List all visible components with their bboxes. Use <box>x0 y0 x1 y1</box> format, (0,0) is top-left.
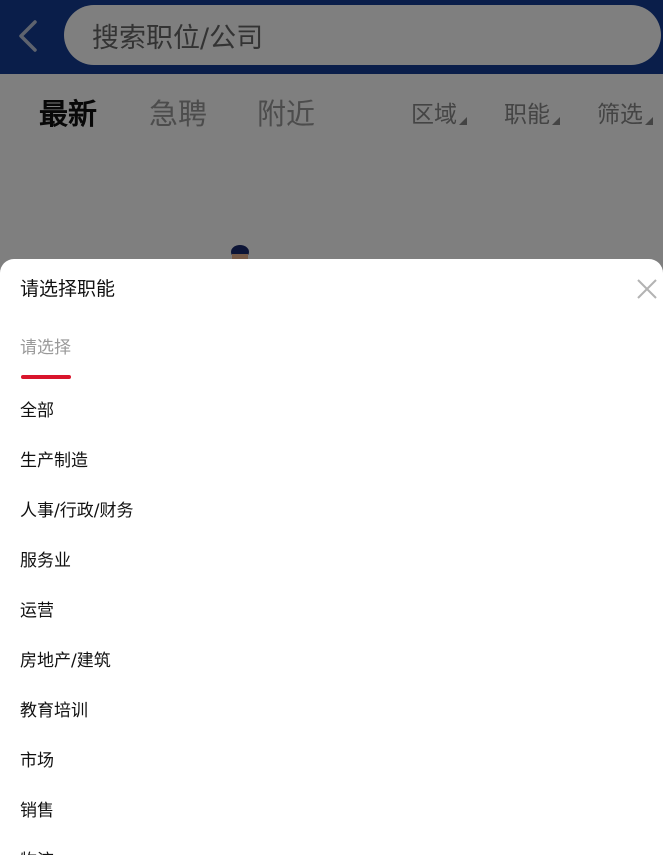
option-item[interactable]: 服务业 <box>0 546 663 596</box>
option-item[interactable]: 生产制造 <box>0 446 663 496</box>
tab-select-level[interactable]: 请选择 <box>20 336 71 360</box>
close-button[interactable] <box>633 275 661 303</box>
option-item[interactable]: 销售 <box>0 796 663 846</box>
option-item[interactable]: 教育培训 <box>0 696 663 746</box>
option-item[interactable]: 运营 <box>0 596 663 646</box>
option-list: 全部 生产制造 人事/行政/财务 服务业 运营 房地产/建筑 教育培训 市场 销… <box>0 396 663 855</box>
active-tab-indicator <box>21 375 71 379</box>
option-item[interactable]: 房地产/建筑 <box>0 646 663 696</box>
option-item[interactable]: 人事/行政/财务 <box>0 496 663 546</box>
sheet-title: 请选择职能 <box>20 278 116 300</box>
option-item[interactable]: 全部 <box>0 396 663 446</box>
option-item[interactable]: 市场 <box>0 746 663 796</box>
function-picker-sheet: 请选择职能 请选择 全部 生产制造 人事/行政/财务 服务业 运营 房地产/建筑… <box>0 259 663 855</box>
close-icon <box>637 279 657 299</box>
option-item[interactable]: 物流 <box>0 846 663 855</box>
